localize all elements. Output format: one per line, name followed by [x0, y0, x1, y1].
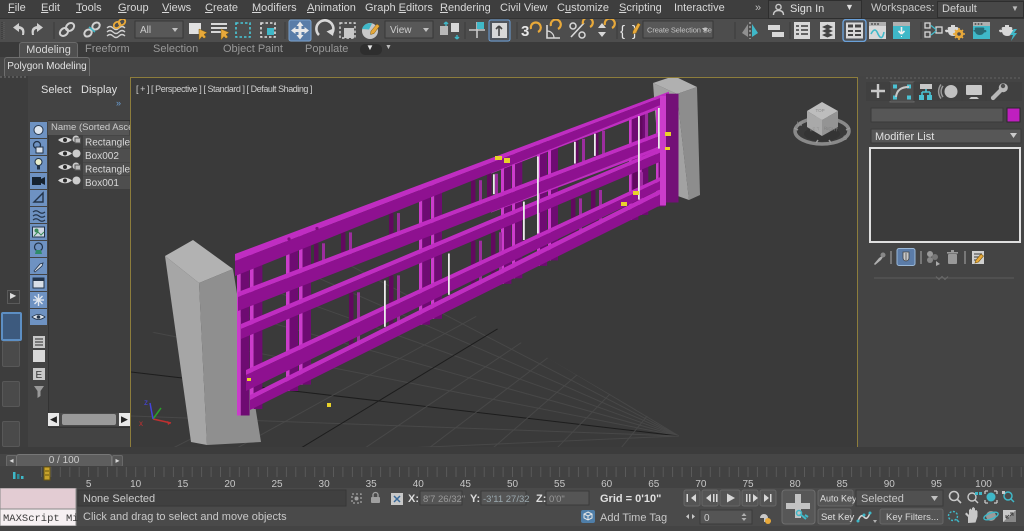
svg-text:Rectangle0(: Rectangle0(	[85, 165, 130, 176]
svg-text:3: 3	[521, 23, 529, 40]
svg-text:8'7 26/32": 8'7 26/32"	[423, 494, 465, 505]
svg-text:Selected: Selected	[861, 493, 904, 505]
svg-text:Auto Key: Auto Key	[820, 494, 857, 504]
svg-text:5: 5	[86, 479, 92, 488]
svg-text:45: 45	[460, 479, 472, 488]
svg-text:15: 15	[177, 479, 189, 488]
svg-text:Create Selection Se: Create Selection Se	[647, 26, 712, 35]
svg-text:View: View	[390, 25, 412, 36]
svg-text:Key Filters...: Key Filters...	[886, 512, 939, 523]
svg-text:75: 75	[742, 479, 754, 488]
svg-text:z: z	[144, 398, 148, 407]
svg-text:Y:: Y:	[470, 493, 480, 505]
svg-text:85: 85	[837, 479, 849, 488]
svg-text:65: 65	[648, 479, 660, 488]
svg-text:Modifier List: Modifier List	[875, 131, 934, 143]
svg-text:Grid = 0'10": Grid = 0'10"	[600, 493, 661, 505]
svg-text:40: 40	[413, 479, 425, 488]
svg-text:20: 20	[224, 479, 236, 488]
svg-text:TOP: TOP	[816, 108, 825, 113]
svg-text:Set Key: Set Key	[821, 512, 855, 523]
svg-text:90: 90	[884, 479, 896, 488]
svg-text:95: 95	[931, 479, 943, 488]
svg-text:10: 10	[130, 479, 142, 488]
svg-text:25: 25	[271, 479, 283, 488]
svg-text:None Selected: None Selected	[83, 493, 155, 505]
svg-text:Rectangle0(: Rectangle0(	[85, 138, 130, 149]
svg-text:-3'11 27/32: -3'11 27/32	[483, 494, 530, 505]
svg-text:60: 60	[601, 479, 613, 488]
svg-text:0: 0	[704, 513, 710, 524]
svg-text:All: All	[140, 25, 151, 36]
svg-text:E: E	[36, 370, 43, 381]
svg-text:S: S	[843, 136, 847, 142]
svg-text:35: 35	[366, 479, 378, 488]
svg-text:55: 55	[554, 479, 566, 488]
svg-text:Add Time Tag: Add Time Tag	[600, 512, 667, 524]
svg-text:W: W	[797, 122, 803, 128]
svg-text:X:: X:	[408, 493, 419, 505]
svg-text:Click and drag to select and m: Click and drag to select and move object…	[83, 511, 287, 523]
svg-text:Z:: Z:	[536, 493, 546, 505]
svg-text:30: 30	[319, 479, 331, 488]
svg-text:Box002: Box002	[85, 151, 119, 162]
svg-text:50: 50	[507, 479, 519, 488]
svg-text:100: 100	[975, 479, 992, 488]
svg-text:{: {	[620, 23, 625, 40]
svg-text:80: 80	[790, 479, 802, 488]
svg-text:Box001: Box001	[85, 178, 119, 189]
svg-text:0'0": 0'0"	[549, 494, 565, 505]
svg-text:MAXScript Mi: MAXScript Mi	[3, 513, 79, 525]
svg-text:x: x	[139, 419, 143, 428]
svg-text:70: 70	[695, 479, 707, 488]
